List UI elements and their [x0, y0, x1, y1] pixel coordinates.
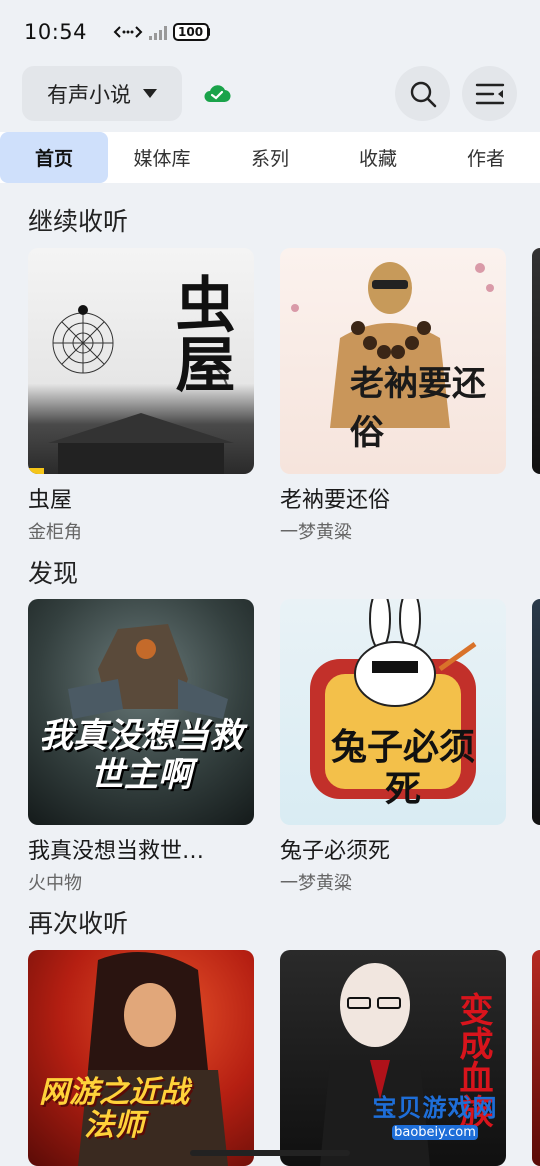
tab-favorites[interactable]: 收藏: [324, 132, 432, 183]
library-label: 有声小说: [47, 82, 131, 107]
book-card[interactable]: 老衲要还俗 老衲要还俗 一梦黄粱: [280, 248, 506, 544]
book-author: 一梦黄粱: [280, 522, 352, 543]
book-cover: 兔子必须死: [280, 599, 506, 825]
tab-bar: 首页 媒体库 系列 收藏 作者: [0, 132, 540, 183]
menu-icon: [475, 83, 504, 104]
book-title: 老衲要还俗: [280, 488, 391, 513]
progress-marker: [28, 468, 44, 474]
book-cover-peek[interactable]: [532, 599, 540, 825]
book-cover: 虫屋: [28, 248, 254, 474]
book-title: 我真没想当救世…: [28, 839, 205, 864]
book-cover: 老衲要还俗: [280, 248, 506, 474]
tab-home[interactable]: 首页: [0, 132, 108, 183]
section-title-discover: 发现: [28, 559, 79, 588]
book-author: 火中物: [28, 873, 82, 894]
book-title: 虫屋: [28, 488, 73, 513]
book-cover-peek[interactable]: [532, 950, 540, 1166]
cover-title-text: 兔子必须死: [330, 726, 475, 810]
cover-title-text: 网游之近战法师: [39, 1075, 189, 1143]
cover-title-text: 我真没想当救世主啊: [39, 715, 243, 795]
status-icons: 100: [113, 23, 210, 41]
book-cover: 我真没想当救世主啊: [28, 599, 254, 825]
status-bar: 10:54 100: [0, 0, 540, 64]
battery-level: 100: [178, 25, 204, 39]
book-card[interactable]: 兔子必须死 兔子必须死 一梦黄粱: [280, 599, 506, 895]
cover-title-text: 虫屋: [165, 273, 235, 393]
site-watermark: 宝贝游戏网 baobeiy.com: [365, 1088, 505, 1144]
book-card[interactable]: 我真没想当救世主啊 我真没想当救世… 火中物: [28, 599, 254, 895]
book-cover: 网游之近战法师: [28, 950, 254, 1166]
book-author: 一梦黄粱: [280, 873, 352, 894]
watermark-url: baobeiy.com: [392, 1125, 478, 1140]
signal-icon: [149, 24, 168, 40]
cover-title-text: 老衲要还俗: [350, 364, 486, 453]
book-title: 兔子必须死: [280, 839, 391, 864]
chevron-down-icon: [143, 89, 157, 98]
section-title-relisten: 再次收听: [28, 909, 129, 938]
search-button[interactable]: [395, 66, 450, 121]
book-card[interactable]: 虫屋 虫屋 金柜角: [28, 248, 254, 544]
top-bar: 有声小说: [0, 64, 540, 124]
book-card[interactable]: 网游之近战法师: [28, 950, 254, 1166]
tab-authors[interactable]: 作者: [432, 132, 540, 183]
search-icon: [410, 81, 436, 107]
data-transfer-icon: [113, 26, 143, 38]
book-cover-peek[interactable]: [532, 248, 540, 474]
library-selector[interactable]: 有声小说: [22, 66, 182, 121]
home-indicator[interactable]: [190, 1150, 350, 1156]
tab-series[interactable]: 系列: [216, 132, 324, 183]
book-author: 金柜角: [28, 522, 82, 543]
tab-media-library[interactable]: 媒体库: [108, 132, 216, 183]
battery-icon: 100: [173, 23, 210, 41]
watermark-name: 宝贝游戏网: [372, 1094, 498, 1122]
status-time: 10:54: [24, 20, 88, 44]
menu-button[interactable]: [462, 66, 517, 121]
section-title-continue: 继续收听: [28, 207, 129, 236]
cloud-check-icon: [204, 85, 231, 103]
